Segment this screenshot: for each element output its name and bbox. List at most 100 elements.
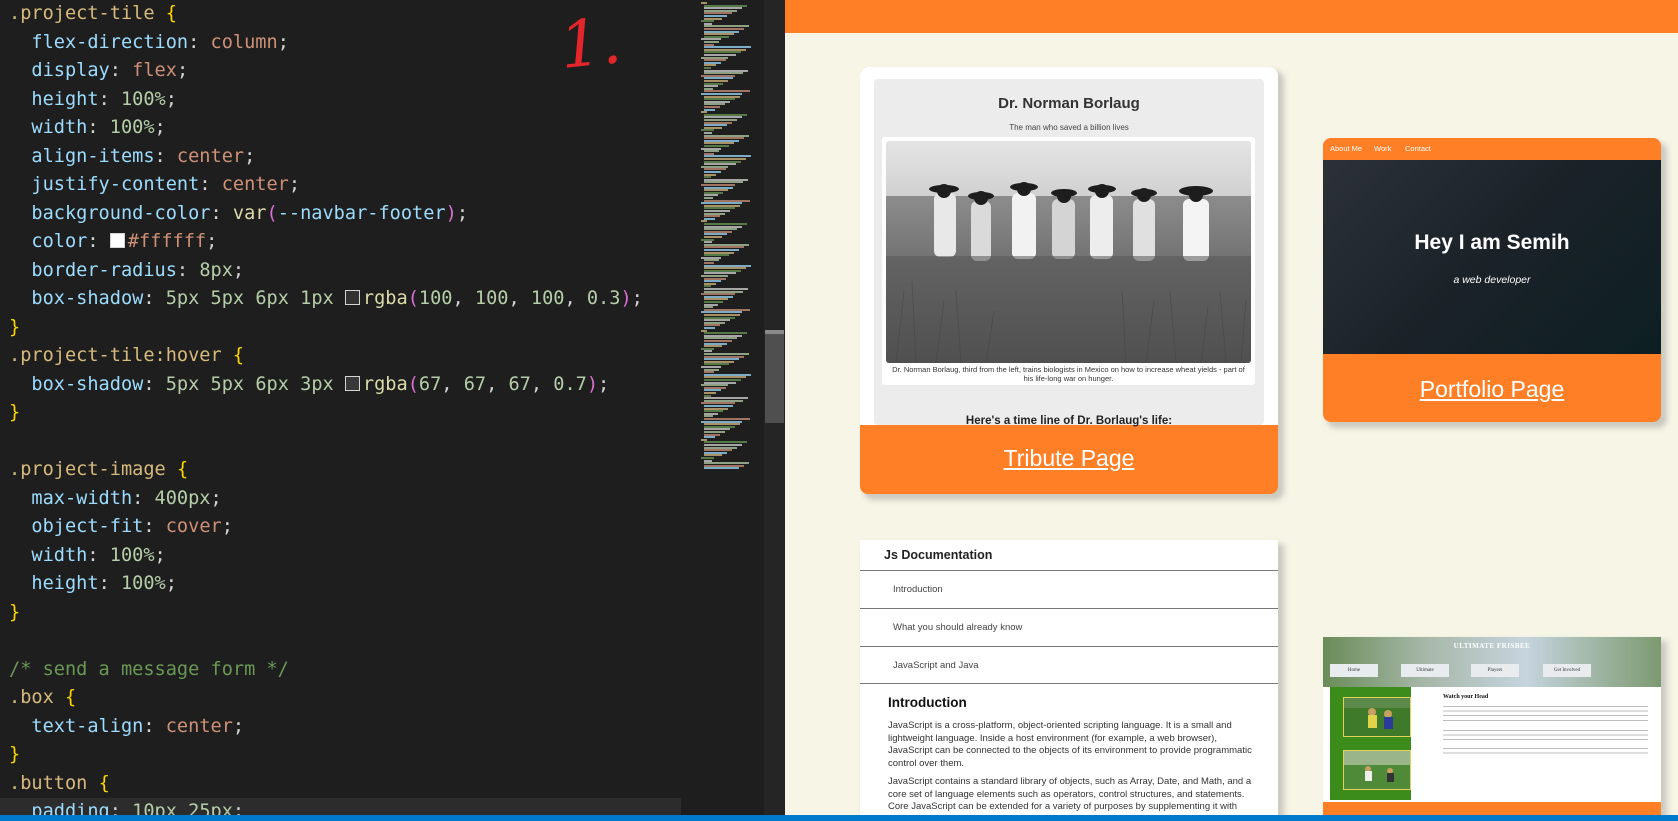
code-line[interactable]: } — [9, 314, 681, 343]
code-token: , — [486, 373, 509, 395]
header-bar — [785, 0, 1678, 33]
code-line[interactable]: } — [9, 399, 681, 428]
code-token: ( — [407, 373, 419, 395]
code-token: 100% — [120, 573, 166, 594]
code-token: text-align — [31, 715, 144, 737]
code-token: ; — [221, 516, 233, 537]
code-lines[interactable]: .project-tile { flex-direction: column; … — [0, 0, 681, 815]
code-token: ; — [598, 373, 610, 395]
code-token: center — [165, 715, 233, 737]
code-token: display — [31, 60, 110, 81]
code-line[interactable]: .project-tile:hover { — [9, 342, 681, 371]
code-token: ; — [154, 117, 166, 138]
code-token: 400px — [154, 487, 211, 509]
code-token: ; — [206, 231, 218, 252]
docs-paragraph-1: JavaScript is a cross-platform, object-o… — [888, 720, 1252, 769]
code-line[interactable]: justify-content: center; — [9, 171, 681, 200]
code-editor[interactable]: .project-tile { flex-direction: column; … — [0, 0, 694, 815]
code-line[interactable] — [9, 627, 681, 656]
frisbee-paragraph-2 — [1443, 728, 1648, 742]
code-line[interactable]: } — [9, 599, 681, 628]
code-token: 100 — [530, 288, 565, 309]
project-tile-documentation[interactable]: Js Documentation Introduction What you s… — [860, 540, 1278, 815]
editor-minimap[interactable] — [694, 0, 764, 815]
color-swatch[interactable] — [109, 233, 125, 248]
portfolio-page-link[interactable]: Portfolio Page — [1323, 376, 1661, 403]
code-token: : — [143, 715, 166, 737]
code-token: : — [154, 145, 177, 167]
code-line[interactable]: padding: 10px 25px; — [0, 798, 681, 815]
code-line[interactable] — [9, 428, 681, 457]
code-token: { — [64, 687, 77, 708]
code-token: height — [31, 88, 99, 110]
code-line[interactable]: color: #ffffff; — [9, 228, 681, 257]
code-line[interactable]: background-color: var(--navbar-footer); — [9, 200, 681, 229]
code-line[interactable]: .button { — [9, 770, 681, 799]
minimap-line — [704, 467, 739, 470]
code-line[interactable]: .box { — [9, 684, 681, 713]
code-token: : — [199, 174, 222, 195]
scrollbar-thumb[interactable] — [765, 330, 784, 423]
code-line[interactable]: /* send a message form */ — [9, 656, 681, 685]
code-token: : — [143, 373, 166, 395]
color-swatch[interactable] — [344, 290, 360, 305]
code-token: 100% — [120, 88, 166, 110]
code-line[interactable]: width: 100%; — [9, 542, 681, 571]
code-token: : — [210, 202, 233, 224]
tribute-title: Dr. Norman Borlaug — [998, 95, 1140, 112]
frisbee-footer — [1323, 802, 1661, 815]
code-line[interactable]: box-shadow: 5px 5px 6px 1px rgba(100, 10… — [9, 285, 681, 314]
code-line[interactable]: height: 100%; — [9, 86, 681, 115]
code-token: 67 — [463, 373, 487, 395]
code-line[interactable]: max-width: 400px; — [9, 485, 681, 514]
code-token: , — [564, 288, 587, 309]
code-token: 5px — [165, 288, 200, 309]
portfolio-nav-about: About Me — [1330, 144, 1363, 153]
code-token: background-color — [31, 202, 211, 224]
code-token: : — [188, 31, 211, 53]
docs-section-heading: Introduction — [888, 695, 967, 710]
project-tile-portfolio[interactable]: About Me Work Contact Hey I am Semih a w… — [1323, 138, 1661, 422]
code-line[interactable]: box-shadow: 5px 5px 6px 3px rgba(67, 67,… — [9, 371, 681, 400]
code-token: object-fit — [31, 516, 144, 537]
editor-scrollbar[interactable] — [764, 0, 785, 815]
code-line[interactable]: object-fit: cover; — [9, 513, 681, 542]
code-token: padding — [31, 801, 110, 815]
tribute-photo-caption: Dr. Norman Borlaug, third from the left,… — [892, 365, 1245, 383]
project-tile-tribute[interactable]: Dr. Norman Borlaug The man who saved a b… — [860, 67, 1278, 494]
code-line[interactable]: } — [9, 741, 681, 770]
code-token: ; — [176, 60, 189, 81]
code-line[interactable]: height: 100%; — [9, 570, 681, 599]
frisbee-photo-2 — [1343, 750, 1411, 790]
code-token: width — [31, 117, 88, 138]
code-token: ; — [456, 202, 469, 224]
frisbee-title: ULTIMATE FRISBEE — [1453, 642, 1531, 650]
code-token: : — [143, 516, 166, 537]
tribute-photo — [886, 141, 1251, 363]
code-token: .project-tile — [9, 3, 155, 24]
tribute-page-link[interactable]: Tribute Page — [860, 445, 1278, 472]
frisbee-paragraph-1 — [1443, 704, 1648, 724]
color-swatch[interactable] — [344, 375, 360, 391]
code-token: : — [98, 88, 121, 110]
code-token: var — [232, 202, 267, 224]
code-token: 1px — [300, 288, 334, 309]
code-line[interactable]: border-radius: 8px; — [9, 257, 681, 286]
code-line[interactable]: align-items: center; — [9, 143, 681, 172]
code-token: #ffffff — [127, 231, 207, 252]
code-line[interactable]: text-align: center; — [9, 713, 681, 742]
project-tile-frisbee[interactable]: ULTIMATE FRISBEE Home Ultimate Players G… — [1323, 637, 1661, 815]
portfolio-navbar: About Me Work Contact — [1323, 138, 1661, 160]
code-line[interactable]: width: 100%; — [9, 114, 681, 143]
browser-preview: Dr. Norman Borlaug The man who saved a b… — [785, 0, 1678, 815]
tribute-photo-frame: Dr. Norman Borlaug, third from the left,… — [882, 137, 1255, 385]
code-line[interactable]: .project-image { — [9, 456, 681, 485]
